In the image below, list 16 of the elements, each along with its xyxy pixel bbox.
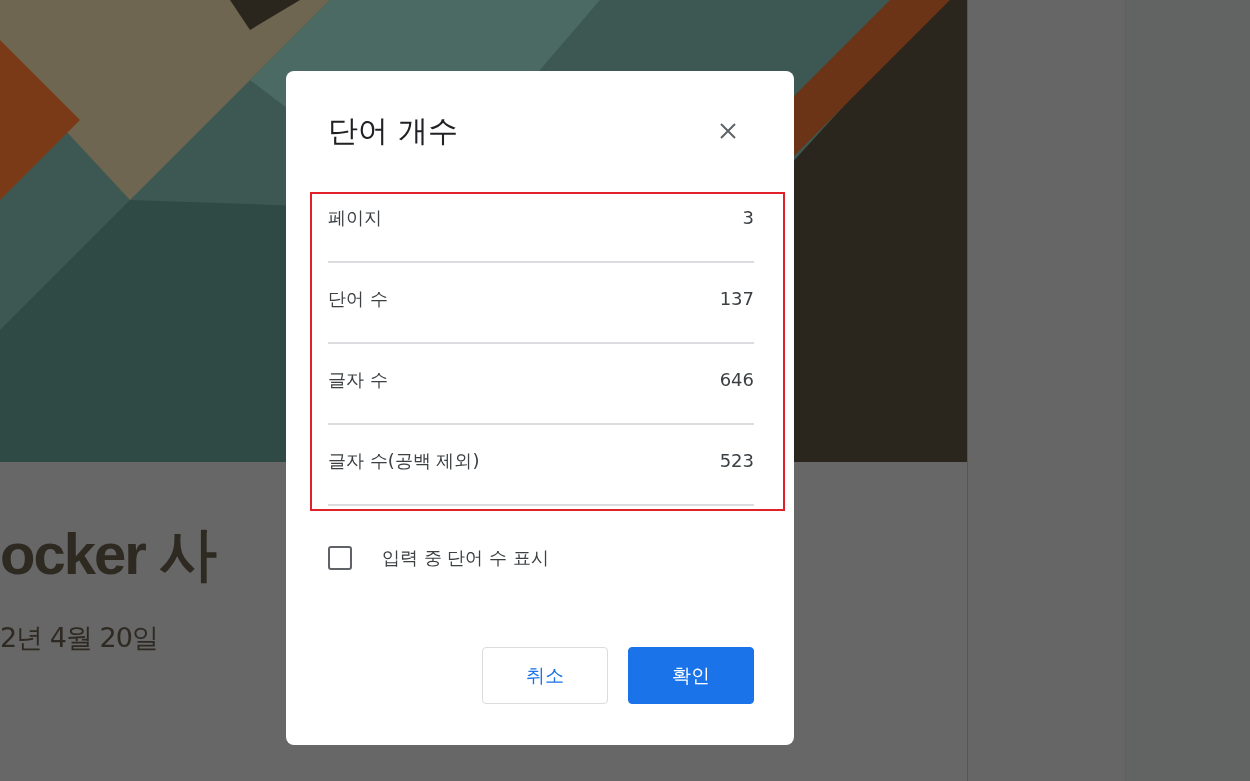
stat-label: 단어 수 [328,287,388,311]
stat-label: 글자 수 [328,368,388,392]
stat-value: 523 [719,449,754,473]
cancel-button[interactable]: 취소 [482,647,608,704]
document-title: ocker 사 [0,520,215,588]
stat-value: 646 [719,368,754,392]
document-date: 2년 4월 20일 [0,621,158,655]
dialog-title: 단어 개수 [328,112,458,150]
stat-label: 글자 수(공백 제외) [328,449,480,473]
confirm-button[interactable]: 확인 [628,647,754,704]
stat-label: 페이지 [328,206,382,230]
checkbox[interactable] [328,546,352,570]
close-icon[interactable] [719,122,737,140]
stat-value: 3 [742,206,754,230]
stat-value: 137 [719,287,754,311]
checkbox-label: 입력 중 단어 수 표시 [382,546,549,570]
